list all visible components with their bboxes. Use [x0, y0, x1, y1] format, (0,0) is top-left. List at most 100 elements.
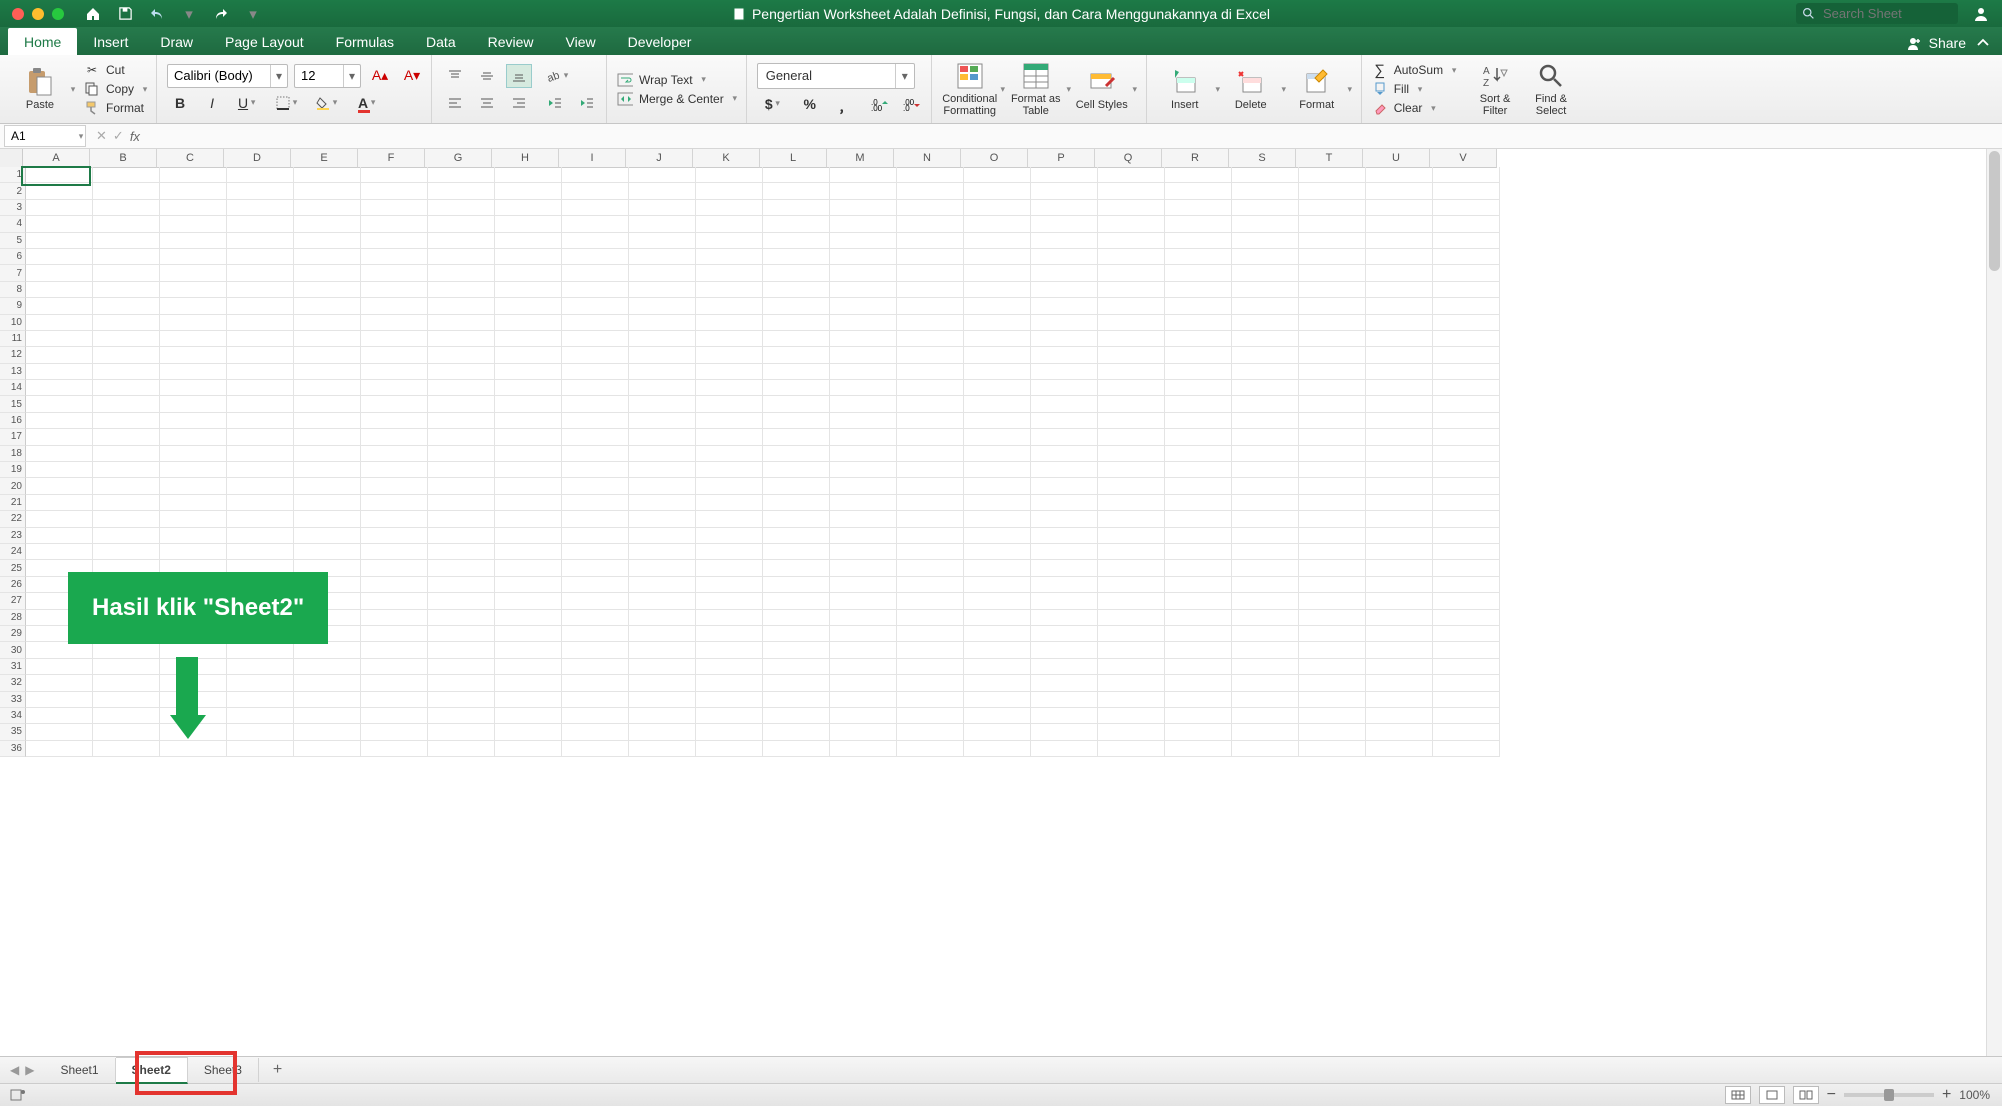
cell[interactable]	[495, 282, 562, 298]
cell[interactable]	[763, 298, 830, 314]
cell[interactable]	[26, 495, 93, 511]
cell[interactable]	[897, 396, 964, 412]
cell[interactable]	[964, 429, 1031, 445]
sheet-nav-next-icon[interactable]: ▶	[25, 1063, 34, 1077]
italic-button[interactable]: I	[199, 91, 225, 115]
bold-button[interactable]: B	[167, 91, 193, 115]
cell[interactable]	[93, 364, 160, 380]
qat-customize-caret[interactable]: ▾	[244, 5, 262, 23]
cell[interactable]	[964, 544, 1031, 560]
cell[interactable]	[763, 577, 830, 593]
cell[interactable]	[763, 446, 830, 462]
cell[interactable]	[897, 347, 964, 363]
cell[interactable]	[495, 200, 562, 216]
cell[interactable]	[1299, 675, 1366, 691]
cell[interactable]	[294, 495, 361, 511]
cell[interactable]	[1165, 331, 1232, 347]
cell[interactable]	[160, 249, 227, 265]
cell[interactable]	[763, 282, 830, 298]
cell[interactable]	[964, 708, 1031, 724]
cell[interactable]	[1299, 265, 1366, 281]
cell[interactable]	[629, 560, 696, 576]
cell[interactable]	[1031, 380, 1098, 396]
cell[interactable]	[1165, 347, 1232, 363]
row-header[interactable]: 19	[0, 462, 26, 478]
cell[interactable]	[696, 610, 763, 626]
cell[interactable]	[629, 544, 696, 560]
column-header[interactable]: G	[425, 149, 492, 168]
cell[interactable]	[1098, 577, 1165, 593]
cell[interactable]	[160, 380, 227, 396]
cell[interactable]	[1098, 560, 1165, 576]
row-header[interactable]: 15	[0, 396, 26, 412]
cell[interactable]	[1098, 298, 1165, 314]
row-header[interactable]: 16	[0, 413, 26, 429]
zoom-slider[interactable]	[1844, 1093, 1934, 1097]
cell[interactable]	[1433, 741, 1500, 757]
font-size-input[interactable]	[295, 68, 343, 83]
cell[interactable]	[1433, 167, 1500, 183]
cell[interactable]	[897, 642, 964, 658]
cell[interactable]	[629, 626, 696, 642]
cell[interactable]	[428, 495, 495, 511]
cell[interactable]	[1232, 233, 1299, 249]
cell[interactable]	[629, 364, 696, 380]
cell[interactable]	[1098, 642, 1165, 658]
cell[interactable]	[897, 708, 964, 724]
format-table-caret[interactable]: ▾	[1064, 84, 1074, 95]
cell[interactable]	[562, 675, 629, 691]
cell[interactable]	[227, 511, 294, 527]
cell[interactable]	[26, 511, 93, 527]
cell[interactable]	[227, 265, 294, 281]
cell[interactable]	[26, 233, 93, 249]
cell[interactable]	[1031, 364, 1098, 380]
cell[interactable]	[495, 642, 562, 658]
align-middle-button[interactable]	[474, 64, 500, 88]
cell[interactable]	[428, 528, 495, 544]
cell[interactable]	[830, 741, 897, 757]
cell[interactable]	[294, 413, 361, 429]
cell[interactable]	[763, 741, 830, 757]
cell[interactable]	[1098, 183, 1165, 199]
cell[interactable]	[1165, 380, 1232, 396]
cell[interactable]	[629, 708, 696, 724]
column-header[interactable]: B	[90, 149, 157, 168]
cell[interactable]	[696, 659, 763, 675]
cell[interactable]	[1098, 347, 1165, 363]
cell[interactable]	[160, 298, 227, 314]
cell[interactable]	[562, 610, 629, 626]
font-size-dropdown[interactable]: ▾	[294, 64, 361, 88]
cell[interactable]	[227, 642, 294, 658]
cell[interactable]	[1433, 347, 1500, 363]
cell[interactable]	[227, 446, 294, 462]
cell[interactable]	[1433, 331, 1500, 347]
cell[interactable]	[1031, 560, 1098, 576]
cell[interactable]	[763, 610, 830, 626]
window-zoom-button[interactable]	[52, 8, 64, 20]
cell[interactable]	[830, 315, 897, 331]
cell[interactable]	[495, 692, 562, 708]
cell[interactable]	[1031, 626, 1098, 642]
cell[interactable]	[830, 659, 897, 675]
cell[interactable]	[294, 396, 361, 412]
cell[interactable]	[294, 364, 361, 380]
cell[interactable]	[964, 642, 1031, 658]
cell[interactable]	[428, 446, 495, 462]
cell[interactable]	[830, 413, 897, 429]
cell[interactable]	[897, 364, 964, 380]
cell[interactable]	[830, 347, 897, 363]
cell[interactable]	[93, 183, 160, 199]
tab-formulas[interactable]: Formulas	[320, 28, 410, 55]
cell[interactable]	[763, 495, 830, 511]
cell[interactable]	[562, 298, 629, 314]
cell[interactable]	[361, 396, 428, 412]
cell[interactable]	[294, 708, 361, 724]
row-header[interactable]: 29	[0, 626, 26, 642]
cell[interactable]	[1031, 167, 1098, 183]
row-header[interactable]: 13	[0, 364, 26, 380]
row-header[interactable]: 2	[0, 183, 26, 199]
row-header[interactable]: 11	[0, 331, 26, 347]
cell[interactable]	[294, 200, 361, 216]
cell[interactable]	[361, 200, 428, 216]
cell[interactable]	[830, 298, 897, 314]
